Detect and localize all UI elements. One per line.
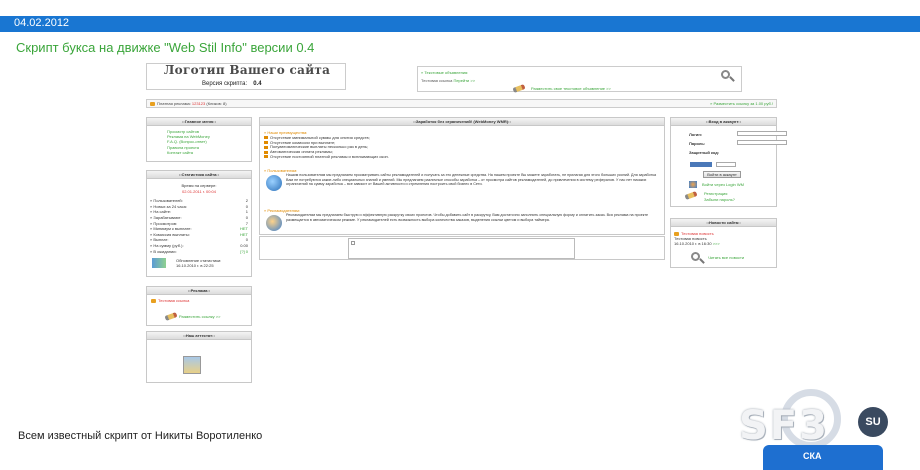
stats-title: ::Статистика сайта:: bbox=[147, 171, 251, 179]
advertisers-icon bbox=[266, 215, 282, 231]
news-date: 16.10.2010 г. в 16:30 bbox=[674, 241, 712, 246]
news-title: ::Новости сайта:: bbox=[671, 219, 776, 227]
earn-box: ::Заработок без ограничений! (WebMoney W… bbox=[259, 117, 665, 235]
logo-title: Логотип Вашего сайта bbox=[163, 63, 331, 77]
captcha-label: Защитный код: bbox=[689, 150, 720, 155]
magnifier-icon bbox=[721, 70, 730, 79]
date-bar: 04.02.2012 bbox=[0, 16, 920, 32]
chart-icon bbox=[152, 258, 166, 269]
advertisers-text: Рекламодателям мы предлагаем быструю и э… bbox=[286, 213, 649, 222]
advantage-item: Отсутствие постоянной платной рекламы и … bbox=[264, 154, 389, 160]
webmoney-icon bbox=[689, 181, 697, 188]
news-more-link[interactable]: >>> bbox=[713, 241, 720, 246]
pencil-icon bbox=[164, 312, 178, 321]
register-link[interactable]: Регистрация bbox=[704, 191, 727, 196]
password-input[interactable] bbox=[737, 140, 787, 145]
magnifier-icon bbox=[691, 252, 700, 261]
ads-title: ::Реклама:: bbox=[147, 287, 251, 295]
banner-placeholder[interactable] bbox=[348, 238, 575, 259]
place-text-ad-link[interactable]: Разместить свое текстовое объявление >> bbox=[531, 86, 611, 91]
watermark-logo-text: SF3 bbox=[739, 403, 829, 449]
post-caption: Всем известный скрипт от Никиты Воротиле… bbox=[18, 430, 263, 442]
pencil-icon bbox=[512, 84, 526, 93]
bullet-icon bbox=[264, 141, 268, 145]
bullet-icon bbox=[264, 155, 268, 159]
post-title[interactable]: Скрипт букса на движке "Web Stil Info" в… bbox=[16, 40, 314, 55]
bullet-icon bbox=[264, 136, 268, 140]
main-menu-box: ::Главное меню:: Просмотр сайтов Реклама… bbox=[146, 117, 252, 162]
stat-row: » В ожидании: [?] 0 bbox=[150, 248, 248, 254]
paid-ads-bar: Платная реклама: 123123 (Кликов: 8) » Ра… bbox=[146, 99, 777, 108]
menu-item-contact[interactable]: Контакт сайта bbox=[167, 150, 251, 155]
users-text: Нашим пользователям мы предлагаем просма… bbox=[286, 173, 657, 187]
watermark-badge: SU bbox=[858, 407, 888, 437]
main-menu-title: ::Главное меню:: bbox=[147, 118, 251, 126]
news-box: ::Новости сайта:: Тестовая новость Тесто… bbox=[670, 218, 777, 268]
webmoney-attestat-banner[interactable] bbox=[183, 356, 201, 374]
ads-box: ::Реклама:: Тестовая ссылка Разместить с… bbox=[146, 286, 252, 326]
stats-box: ::Статистика сайта:: Время на сервере: 0… bbox=[146, 170, 252, 277]
earn-title: ::Заработок без ограничений! (WebMoney W… bbox=[260, 118, 664, 126]
text-ads-title: » Текстовые объявления: bbox=[421, 70, 469, 75]
watermark-bar[interactable]: СКА bbox=[763, 445, 883, 470]
script-screenshot: Логотип Вашего сайта Версия скрипта: 0.4 … bbox=[143, 60, 787, 390]
text-ad-link[interactable]: Перейти >> bbox=[453, 78, 475, 83]
post-date: 04.02.2012 bbox=[14, 17, 70, 29]
place-paid-link[interactable]: » Разместить ссылку за 1.00 руб.! bbox=[710, 101, 773, 106]
site-logo[interactable]: Логотип Вашего сайта Версия скрипта: 0.4 bbox=[146, 63, 346, 90]
bullet-icon bbox=[264, 150, 268, 154]
login-wm-link[interactable]: Войти через Login WM bbox=[702, 182, 744, 187]
site-watermark: SF3 SU СКА bbox=[733, 385, 920, 470]
forgot-password-link[interactable]: Забыли пароль? bbox=[704, 197, 735, 202]
text-ad-sample: Тестовая ссылка Перейти >> bbox=[421, 78, 476, 83]
pencil-icon bbox=[684, 191, 698, 200]
login-input[interactable] bbox=[737, 131, 787, 136]
bullet-icon bbox=[264, 145, 268, 149]
script-version: Версия скрипта: 0.4 bbox=[202, 81, 262, 87]
paid-ad-link[interactable]: 123123 bbox=[192, 101, 205, 106]
attestat-title: ::Наш аттестат:: bbox=[147, 332, 251, 340]
users-icon bbox=[266, 175, 282, 191]
coins-icon bbox=[150, 101, 155, 106]
image-icon bbox=[351, 241, 355, 245]
text-ads-box: » Текстовые объявления: Тестовая ссылка … bbox=[417, 66, 742, 93]
captcha-image bbox=[690, 162, 712, 167]
coins-icon bbox=[151, 298, 156, 303]
main-menu: Просмотр сайтов Реклама на WebMoney F.A.… bbox=[147, 126, 251, 155]
login-box: ::Вход в аккаунт:: Логин: Пароль: Защитн… bbox=[670, 117, 787, 207]
stats-update-time: 16.10.2010 г. в 22:25 bbox=[176, 263, 214, 269]
ad-sample-link[interactable]: Тестовая ссылка bbox=[158, 298, 189, 303]
place-ad-link[interactable]: Разместить ссылку >> bbox=[179, 314, 220, 319]
login-button[interactable]: Войти в аккаунт bbox=[703, 171, 741, 178]
login-title: ::Вход в аккаунт:: bbox=[671, 118, 776, 126]
banner-slot bbox=[259, 236, 665, 260]
all-news-link[interactable]: Читать все новости bbox=[708, 255, 744, 260]
attestat-box: ::Наш аттестат:: bbox=[146, 331, 252, 383]
captcha-input[interactable] bbox=[716, 162, 736, 167]
